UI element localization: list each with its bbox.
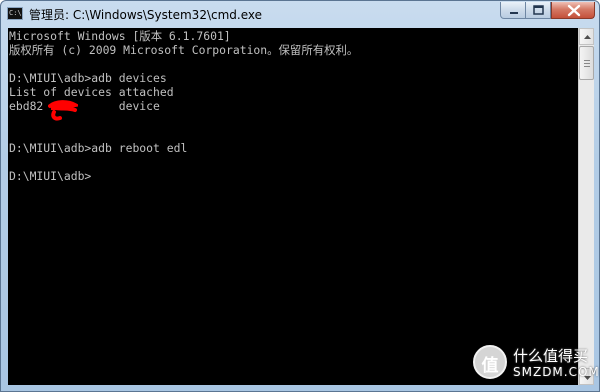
minimize-icon <box>510 12 518 14</box>
scrollbar-thumb[interactable] <box>579 46 594 80</box>
close-button[interactable] <box>551 2 595 19</box>
maximize-button[interactable] <box>526 2 551 19</box>
cmd-window: C:\ 管理员: C:\Windows\System32\cmd.exe Mic… <box>0 0 600 392</box>
maximize-icon <box>533 5 544 15</box>
console-output: Microsoft Windows [版本 6.1.7601] 版权所有 (c)… <box>9 29 359 183</box>
close-icon <box>567 4 581 17</box>
smzdm-watermark: 值 什么值得买 SMZDM.COM <box>473 343 599 383</box>
cmd-app-icon[interactable]: C:\ <box>7 7 23 20</box>
cmd-app-icon-label: C:\ <box>9 9 22 17</box>
redaction-scribble <box>48 100 78 121</box>
watermark-text: 什么值得买 <box>513 347 589 365</box>
window-title: 管理员: C:\Windows\System32\cmd.exe <box>29 8 262 22</box>
minimize-button[interactable] <box>500 2 526 19</box>
arrow-up-icon <box>584 35 591 39</box>
scroll-up-button[interactable] <box>579 28 594 45</box>
title-bar[interactable]: C:\ 管理员: C:\Windows\System32\cmd.exe <box>1 1 599 27</box>
console-area[interactable]: Microsoft Windows [版本 6.1.7601] 版权所有 (c)… <box>8 28 578 385</box>
watermark-logo: 值 <box>473 345 507 379</box>
watermark-subtext: SMZDM.COM <box>513 365 600 379</box>
vertical-scrollbar[interactable] <box>578 28 594 385</box>
watermark-logo-char: 值 <box>481 356 499 376</box>
